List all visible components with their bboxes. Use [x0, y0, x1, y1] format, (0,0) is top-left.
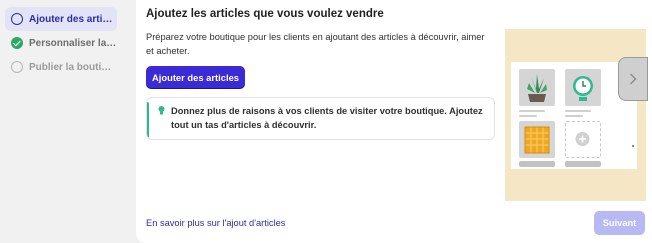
step-publish-store[interactable]: Publier la boutique — [5, 55, 117, 79]
setup-steps-sidebar: Ajouter des articles Personnaliser la b.… — [0, 0, 126, 243]
price-placeholder — [565, 115, 583, 117]
placeholder-button — [519, 161, 555, 167]
quilt-product-tile — [519, 121, 555, 158]
quilt-icon — [524, 126, 550, 154]
empty-circle-icon — [11, 61, 23, 73]
add-articles-illustration — [505, 29, 646, 201]
radio-ring-icon — [11, 13, 23, 25]
lightbulb-icon — [158, 106, 165, 115]
add-articles-button[interactable]: Ajouter des articles — [146, 66, 245, 88]
tip-callout: Donnez plus de raisons à vos clients de … — [146, 97, 495, 140]
page-title: Ajoutez les articles que vous voulez ven… — [146, 8, 384, 20]
check-circle-icon — [11, 37, 23, 49]
next-button: Suivant — [594, 211, 645, 235]
price-placeholder — [519, 115, 537, 117]
step-label: Publier la boutique — [29, 61, 117, 73]
title-placeholder — [519, 110, 545, 112]
step-customize-store[interactable]: Personnaliser la b... — [5, 31, 117, 55]
step-add-articles[interactable]: Ajouter des articles — [5, 7, 117, 31]
learn-more-link[interactable]: En savoir plus sur l'ajout d'articles — [146, 218, 285, 228]
tip-text: Donnez plus de raisons à vos clients de … — [171, 106, 483, 130]
carousel-next-button[interactable] — [618, 57, 648, 101]
plant-icon — [527, 74, 547, 102]
add-product-tile — [565, 121, 601, 158]
clock-icon — [573, 76, 593, 101]
plant-product-tile — [519, 69, 555, 106]
title-placeholder — [565, 110, 591, 112]
step-label: Ajouter des articles — [29, 13, 117, 25]
step-label: Personnaliser la b... — [29, 37, 117, 49]
carousel-indicator — [632, 145, 634, 147]
clock-product-tile — [565, 69, 601, 106]
chevron-right-icon — [630, 73, 637, 85]
placeholder-button — [565, 161, 601, 167]
plus-circle-icon — [575, 132, 590, 146]
step-content-card: Ajoutez les articles que vous voulez ven… — [136, 0, 652, 243]
step-description: Préparez votre boutique pour les clients… — [146, 32, 485, 56]
